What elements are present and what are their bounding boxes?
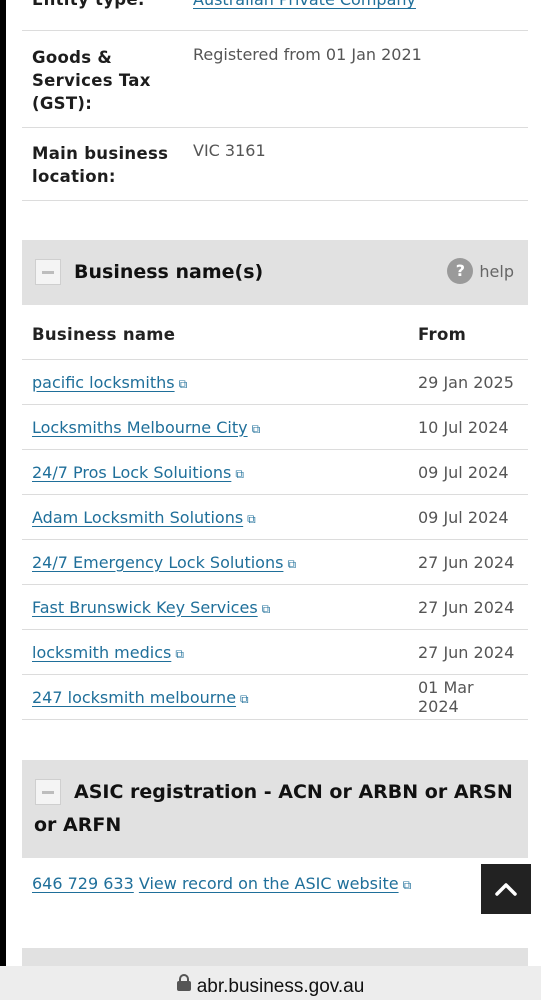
asic-record-line: 646 729 633 View record on the ASIC webs… — [32, 874, 411, 893]
from-date: 27 Jun 2024 — [408, 629, 528, 675]
external-link-icon: ⧉ — [402, 878, 412, 892]
collapse-minus-icon[interactable] — [35, 259, 61, 285]
chevron-up-icon — [495, 883, 517, 896]
column-header-business-name: Business name — [22, 309, 408, 360]
table-row: Adam Locksmith Solutions ⧉ 09 Jul 2024 — [22, 494, 528, 540]
external-link-icon: ⧉ — [261, 601, 271, 616]
acn-link[interactable]: 646 729 633 — [32, 874, 134, 893]
business-name-link[interactable]: 24/7 Emergency Lock Solutions — [32, 553, 283, 572]
gst-value: Registered from 01 Jan 2021 — [193, 45, 422, 64]
from-date: 27 Jun 2024 — [408, 539, 528, 585]
help-label: help — [479, 261, 514, 281]
location-value: VIC 3161 — [193, 141, 266, 160]
table-row: pacific locksmiths ⧉ 29 Jan 2025 — [22, 359, 528, 405]
external-link-icon: ⧉ — [240, 691, 249, 706]
location-label: Main business location: — [32, 144, 169, 186]
external-link-icon: ⧉ — [247, 511, 256, 526]
scroll-to-top-button[interactable] — [481, 864, 531, 914]
from-date: 01 Mar 2024 — [408, 674, 528, 720]
browser-url-bar[interactable]: abr.business.gov.au — [0, 966, 541, 1000]
table-row: locksmith medics ⧉ 27 Jun 2024 — [22, 629, 528, 675]
business-name-link[interactable]: Locksmiths Melbourne City — [32, 418, 248, 437]
entity-type-label: Entity type: — [32, 0, 145, 11]
business-names-header: Business name(s) ? help — [22, 240, 528, 305]
from-date: 09 Jul 2024 — [408, 449, 528, 495]
asic-header: ASIC registration - ACN or ARBN or ARSN … — [22, 760, 528, 858]
business-name-link[interactable]: 24/7 Pros Lock Soluitions — [32, 463, 231, 482]
from-date: 29 Jan 2025 — [408, 359, 528, 405]
abn-lookup-content: Entity type: Australian Private Company … — [22, 0, 528, 978]
column-header-from: From — [408, 309, 528, 360]
table-row: 24/7 Pros Lock Soluitions ⧉ 09 Jul 2024 — [22, 449, 528, 495]
table-header-row: Business name From — [22, 309, 528, 360]
asic-website-link[interactable]: View record on the ASIC website — [139, 874, 399, 893]
from-date: 27 Jun 2024 — [408, 584, 528, 630]
gst-row: Goods & Services Tax (GST): Registered f… — [22, 31, 528, 128]
entity-type-row: Entity type: Australian Private Company — [22, 0, 528, 31]
external-link-icon: ⧉ — [178, 376, 188, 391]
location-row: Main business location: VIC 3161 — [22, 128, 528, 201]
external-link-icon: ⧉ — [287, 556, 297, 571]
from-date: 10 Jul 2024 — [408, 404, 528, 450]
table-row: Fast Brunswick Key Services ⧉ 27 Jun 2024 — [22, 584, 528, 630]
question-circle-icon: ? — [447, 258, 474, 284]
gst-label: Goods & Services Tax (GST): — [32, 48, 151, 113]
help-link[interactable]: ? help — [447, 258, 514, 284]
asic-title-line2: or ARFN — [34, 814, 122, 836]
external-link-icon: ⧉ — [175, 646, 184, 661]
url-text: abr.business.gov.au — [196, 976, 365, 997]
business-name-link[interactable]: locksmith medics — [32, 643, 171, 662]
lock-icon — [176, 974, 191, 991]
from-date: 09 Jul 2024 — [408, 494, 528, 540]
entity-type-link[interactable]: Australian Private Company — [193, 0, 416, 11]
asic-title-line1: ASIC registration - ACN or ARBN or ARSN — [74, 781, 513, 803]
business-name-link[interactable]: Fast Brunswick Key Services — [32, 598, 258, 617]
collapse-minus-icon[interactable] — [35, 779, 61, 805]
business-names-table: Business name From pacific locksmiths ⧉ 2… — [22, 309, 528, 720]
external-link-icon: ⧉ — [235, 466, 244, 481]
url-display: abr.business.gov.au — [0, 974, 541, 998]
table-row: Locksmiths Melbourne City ⧉ 10 Jul 2024 — [22, 404, 528, 450]
left-screen-edge — [0, 0, 6, 1000]
external-link-icon: ⧉ — [251, 421, 261, 436]
business-name-link[interactable]: Adam Locksmith Solutions — [32, 508, 243, 527]
business-name-link[interactable]: pacific locksmiths — [32, 373, 175, 392]
business-names-title: Business name(s) — [74, 261, 264, 283]
table-row: 24/7 Emergency Lock Solutions ⧉ 27 Jun 20… — [22, 539, 528, 585]
table-row: 247 locksmith melbourne ⧉ 01 Mar 2024 — [22, 674, 528, 720]
business-name-link[interactable]: 247 locksmith melbourne — [32, 688, 236, 707]
